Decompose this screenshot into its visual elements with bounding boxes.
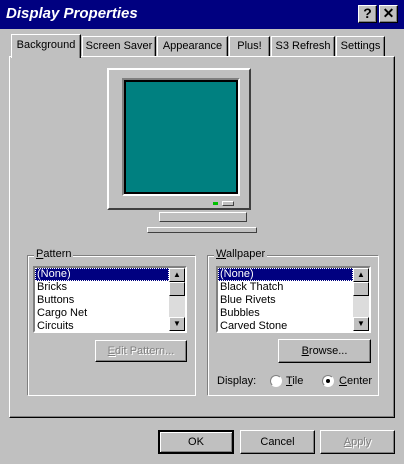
wallpaper-listbox[interactable]: (None) Black Thatch Blue Rivets Bubbles … (216, 266, 371, 333)
tab-s3-refresh[interactable]: S3 Refresh (271, 36, 335, 56)
display-properties-window: Display Properties ? ✕ Background Screen… (0, 0, 404, 464)
tab-plus[interactable]: Plus! (229, 36, 270, 56)
list-item[interactable]: Blue Rivets (218, 294, 353, 307)
tab-background[interactable]: Background (11, 34, 81, 58)
monitor-button-icon (222, 201, 234, 206)
pattern-scrollbar[interactable]: ▲ ▼ (169, 268, 185, 331)
wallpaper-group-label: Wallpaper (214, 248, 268, 260)
list-item[interactable]: Bubbles (218, 307, 353, 320)
scroll-down-icon[interactable]: ▼ (169, 317, 185, 331)
monitor-screen (126, 82, 236, 192)
scroll-thumb[interactable] (169, 282, 185, 296)
list-item[interactable]: Circuits (35, 320, 169, 331)
center-radio[interactable] (322, 375, 334, 387)
power-led-icon (213, 202, 218, 205)
tab-appearance[interactable]: Appearance (157, 36, 228, 56)
monitor-stand-base (147, 227, 257, 233)
monitor-stand-neck (159, 212, 247, 222)
monitor-body (107, 68, 251, 210)
tile-radio[interactable] (270, 375, 282, 387)
list-item[interactable]: (None) (218, 268, 353, 281)
list-item[interactable]: Bricks (35, 281, 169, 294)
list-item[interactable]: Cargo Net (35, 307, 169, 320)
scroll-thumb[interactable] (353, 282, 369, 296)
cancel-button[interactable]: Cancel (240, 430, 315, 454)
edit-pattern-button[interactable]: Edit Pattern... (95, 340, 187, 362)
tile-radio-label[interactable]: Tile (286, 375, 303, 387)
scroll-up-icon[interactable]: ▲ (353, 268, 369, 282)
monitor-bezel (122, 78, 240, 196)
center-radio-label[interactable]: Center (339, 375, 372, 387)
ok-button[interactable]: OK (158, 430, 234, 454)
browse-button[interactable]: Browse... (278, 339, 371, 363)
title-bar[interactable]: Display Properties ? ✕ (0, 0, 404, 29)
list-item[interactable]: Carved Stone (218, 320, 353, 331)
list-item[interactable]: Buttons (35, 294, 169, 307)
radio-dot-icon (326, 379, 330, 383)
list-item[interactable]: (None) (35, 268, 169, 281)
close-button[interactable]: ✕ (379, 5, 398, 23)
monitor-preview (107, 68, 251, 216)
help-button[interactable]: ? (358, 5, 377, 23)
scroll-up-icon[interactable]: ▲ (169, 268, 185, 282)
apply-button[interactable]: Apply (320, 430, 395, 454)
scroll-down-icon[interactable]: ▼ (353, 317, 369, 331)
tab-settings[interactable]: Settings (336, 36, 385, 56)
pattern-group-label: Pattern (34, 248, 74, 260)
display-label: Display: (217, 375, 257, 387)
pattern-listbox[interactable]: (None) Bricks Buttons Cargo Net Circuits… (33, 266, 187, 333)
wallpaper-scrollbar[interactable]: ▲ ▼ (353, 268, 369, 331)
list-item[interactable]: Black Thatch (218, 281, 353, 294)
tab-screen-saver[interactable]: Screen Saver (82, 36, 156, 56)
window-title: Display Properties (6, 5, 138, 22)
